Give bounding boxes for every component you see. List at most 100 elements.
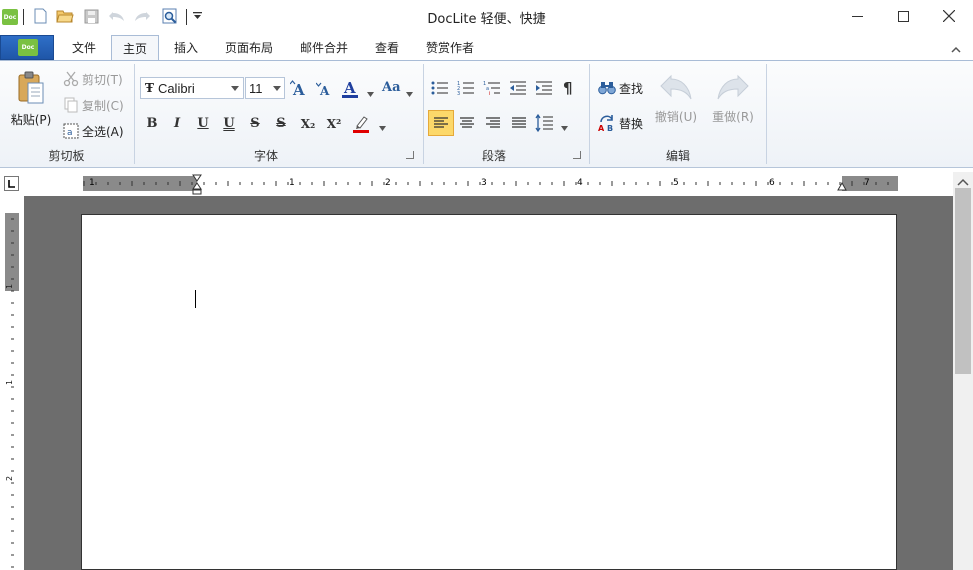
undo-label: 撤销(U) bbox=[654, 109, 698, 124]
tab-file[interactable]: 文件 bbox=[63, 35, 105, 61]
scissors-icon bbox=[63, 71, 79, 87]
underline-button[interactable]: U bbox=[192, 113, 214, 135]
increase-indent-icon[interactable] bbox=[535, 80, 553, 99]
font-name-value: Calibri bbox=[157, 80, 195, 96]
app-menu-label: Doc bbox=[18, 39, 38, 56]
left-tab-icon bbox=[8, 180, 15, 188]
change-case-dropdown-icon[interactable] bbox=[406, 86, 413, 100]
maximize-icon bbox=[897, 10, 909, 22]
show-marks-button[interactable]: ¶ bbox=[563, 79, 573, 97]
ruler-number: 7 bbox=[864, 178, 870, 188]
decrease-indent-icon[interactable] bbox=[509, 80, 527, 99]
undo-button[interactable]: 撤销(U) bbox=[652, 70, 700, 128]
font-size-value: 11 bbox=[249, 80, 263, 96]
italic-button[interactable]: I bbox=[166, 113, 188, 135]
scrollbar-thumb[interactable] bbox=[955, 188, 971, 374]
font-color-dropdown-icon[interactable] bbox=[367, 86, 374, 100]
multilevel-list-icon[interactable]: 1ai bbox=[483, 80, 501, 99]
truetype-icon: Ŧ bbox=[145, 81, 154, 95]
clipboard-group-label: 剪切板 bbox=[48, 149, 85, 163]
superscript-button[interactable]: X² bbox=[323, 113, 345, 135]
svg-text:A: A bbox=[319, 84, 330, 97]
shrink-font-icon[interactable]: A bbox=[315, 81, 334, 100]
highlight-color-icon[interactable] bbox=[352, 114, 372, 137]
align-center-icon[interactable] bbox=[456, 111, 478, 138]
replace-label: 替换 bbox=[619, 116, 644, 131]
tab-view[interactable]: 查看 bbox=[367, 35, 407, 61]
vertical-ruler-number: 1 bbox=[5, 283, 15, 290]
right-indent-marker[interactable] bbox=[837, 181, 847, 195]
tab-mail-merge[interactable]: 邮件合并 bbox=[294, 35, 354, 61]
vertical-ruler-number: 1 bbox=[5, 379, 15, 386]
line-spacing-icon[interactable] bbox=[535, 113, 555, 136]
ruler-number: 1 bbox=[89, 178, 95, 188]
select-all-button[interactable]: a 全选(A) bbox=[63, 122, 124, 140]
strikethrough-button[interactable]: S bbox=[244, 113, 266, 135]
grow-font-icon[interactable]: A bbox=[289, 79, 310, 100]
ruler-number: 6 bbox=[769, 178, 775, 188]
highlight-dropdown-icon[interactable] bbox=[379, 120, 386, 134]
close-icon bbox=[943, 10, 955, 22]
bold-button[interactable]: B bbox=[141, 113, 163, 135]
align-right-icon[interactable] bbox=[482, 111, 504, 138]
minimize-icon bbox=[851, 15, 863, 17]
subscript-button[interactable]: X₂ bbox=[297, 113, 319, 135]
font-size-combo[interactable]: 11 bbox=[245, 77, 285, 99]
ruler-number: 5 bbox=[673, 178, 679, 188]
undo-large-icon bbox=[660, 74, 692, 99]
double-underline-button[interactable]: U bbox=[218, 113, 240, 135]
chevron-down-icon bbox=[231, 85, 239, 91]
collapse-ribbon-icon[interactable] bbox=[951, 42, 961, 56]
cut-button[interactable]: 剪切(T) bbox=[63, 70, 123, 88]
text-caret bbox=[195, 290, 196, 308]
editing-group-label: 编辑 bbox=[665, 149, 690, 163]
chevron-down-icon bbox=[273, 85, 281, 91]
vertical-ruler-ticks bbox=[11, 218, 14, 568]
change-case-button[interactable]: Aa bbox=[382, 80, 401, 95]
paste-button[interactable]: 粘贴(P) bbox=[8, 68, 54, 130]
find-label: 查找 bbox=[619, 81, 644, 96]
scroll-up-icon[interactable] bbox=[956, 175, 970, 189]
align-left-button[interactable] bbox=[428, 110, 454, 136]
svg-text:a: a bbox=[67, 128, 73, 138]
font-color-icon[interactable]: A bbox=[341, 79, 361, 102]
copy-button[interactable]: 复制(C) bbox=[63, 96, 124, 114]
replace-button[interactable]: AB 替换 bbox=[598, 112, 643, 134]
redo-large-icon bbox=[717, 74, 749, 99]
paragraph-dialog-launcher-icon[interactable] bbox=[573, 151, 581, 159]
tab-stop-selector[interactable] bbox=[4, 176, 19, 191]
justify-icon[interactable] bbox=[508, 111, 530, 138]
maximize-button[interactable] bbox=[880, 0, 926, 32]
tab-page-layout[interactable]: 页面布局 bbox=[219, 35, 279, 61]
svg-text:A: A bbox=[598, 124, 605, 132]
double-strikethrough-button[interactable]: S bbox=[270, 113, 292, 135]
bullets-icon[interactable] bbox=[431, 80, 449, 99]
copy-label: 复制(C) bbox=[82, 98, 124, 113]
svg-text:B: B bbox=[607, 124, 613, 132]
redo-button[interactable]: 重做(R) bbox=[709, 70, 757, 128]
find-button[interactable]: 查找 bbox=[598, 78, 643, 98]
svg-text:3: 3 bbox=[457, 91, 460, 96]
vertical-ruler-number: 2 bbox=[5, 475, 15, 482]
select-all-icon: a bbox=[63, 123, 79, 139]
font-group-label: 字体 bbox=[253, 149, 278, 163]
binoculars-icon bbox=[598, 82, 616, 95]
document-page[interactable] bbox=[81, 214, 897, 570]
tab-insert[interactable]: 插入 bbox=[165, 35, 207, 61]
ruler-number: 3 bbox=[481, 178, 487, 188]
tab-home[interactable]: 主页 bbox=[111, 35, 159, 61]
align-left-icon bbox=[434, 117, 448, 128]
font-name-combo[interactable]: Ŧ Calibri bbox=[140, 77, 244, 99]
tab-donate[interactable]: 赞赏作者 bbox=[419, 35, 481, 61]
replace-icon: AB bbox=[598, 115, 613, 132]
ruler-number: 1 bbox=[289, 178, 295, 188]
app-menu-button[interactable]: Doc bbox=[0, 35, 54, 60]
paste-label: 粘贴(P) bbox=[10, 112, 52, 127]
ruler-number: 4 bbox=[577, 178, 583, 188]
close-button[interactable] bbox=[926, 0, 972, 32]
line-spacing-dropdown-icon[interactable] bbox=[561, 120, 568, 134]
minimize-button[interactable] bbox=[834, 0, 880, 32]
numbering-icon[interactable]: 123 bbox=[457, 80, 475, 99]
font-dialog-launcher-icon[interactable] bbox=[406, 151, 414, 159]
select-all-label: 全选(A) bbox=[82, 124, 124, 139]
